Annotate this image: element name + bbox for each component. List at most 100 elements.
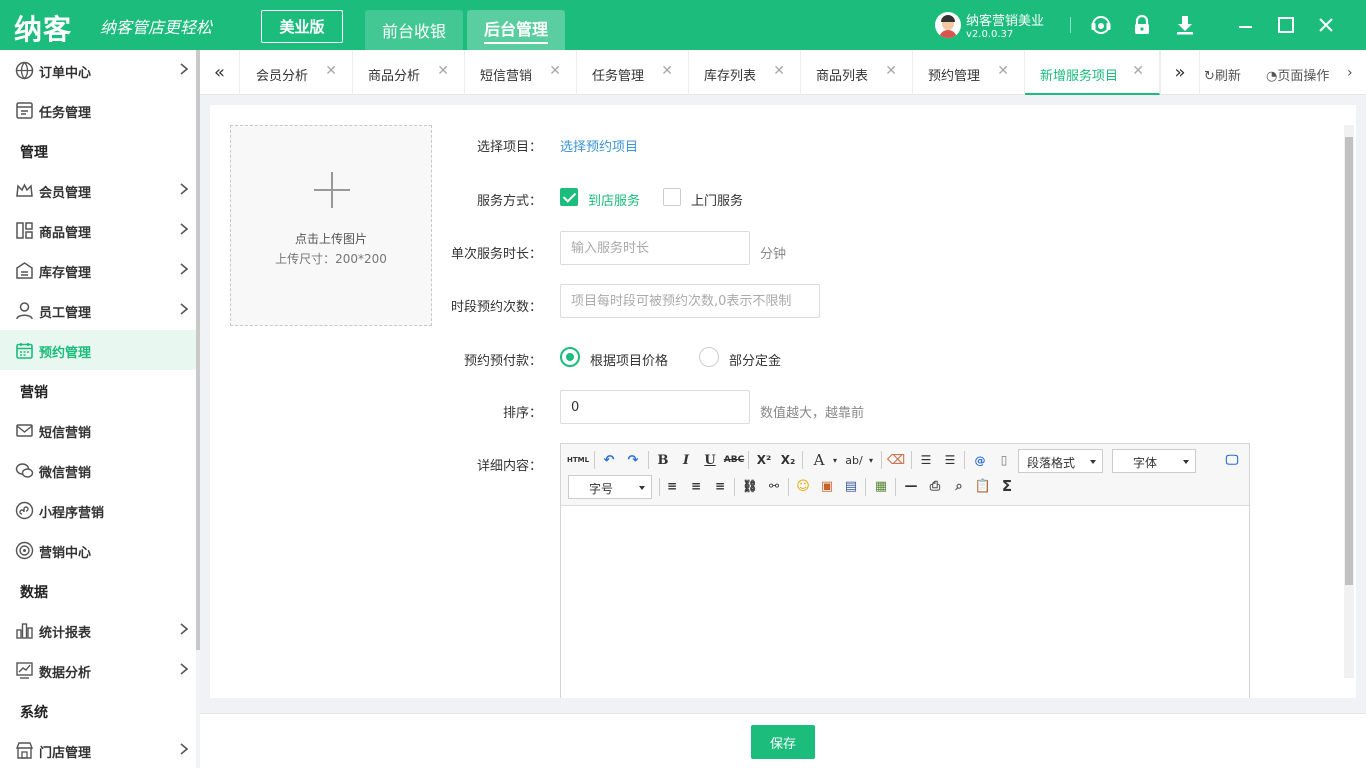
avatar[interactable] [935,12,961,38]
sidebar-item-stores[interactable]: 门店管理 [0,730,196,768]
prepay-by-price-label[interactable]: 根据项目价格 [590,350,668,369]
align-left-icon[interactable]: ≡ [662,476,682,496]
sidebar-item-staff[interactable]: 员工管理 [0,290,196,330]
on-site-label[interactable]: 上门服务 [691,190,743,209]
slot-times-input[interactable] [560,284,820,318]
tab-appointments[interactable]: 预约管理 ✕ [913,50,1025,94]
tabs-scroll-left-icon[interactable]: « [200,50,240,94]
page-operations-button[interactable]: ◔页面操作 [1266,65,1329,84]
sidebar-item-reports[interactable]: 统计报表 [0,610,196,650]
close-icon[interactable]: ✕ [437,63,449,79]
on-site-checkbox[interactable] [663,188,681,206]
sidebar-item-appointments[interactable]: 预约管理 [0,330,196,370]
sidebar-item-analysis[interactable]: 数据分析 [0,650,196,690]
print-icon[interactable]: ⎙ [925,476,945,496]
strikethrough-icon[interactable]: ABC [724,450,744,470]
eraser-icon[interactable]: ⌫ [886,450,906,470]
divider [1070,17,1071,33]
close-icon[interactable]: ✕ [997,63,1009,79]
unlink-icon[interactable]: ⚯ [764,476,784,496]
fullscreen-icon[interactable]: 🖵 [1222,450,1242,470]
prepay-deposit-radio[interactable] [699,347,719,367]
horizontal-rule-icon[interactable]: — [901,476,921,496]
preview-icon[interactable]: ⌕ [949,476,969,496]
close-icon[interactable]: ✕ [549,63,561,79]
redo-icon[interactable]: ↷ [623,450,643,470]
download-icon[interactable] [1174,14,1196,36]
prepay-deposit-label[interactable]: 部分定金 [729,350,781,369]
tab-goods-list[interactable]: 商品列表 ✕ [801,50,913,94]
tab-inventory-list[interactable]: 库存列表 ✕ [689,50,801,94]
formula-icon[interactable]: Σ [997,476,1017,496]
sidebar-item-members[interactable]: 会员管理 [0,170,196,210]
paragraph-format-select[interactable]: 段落格式 [1018,449,1103,473]
tab-strip: « 会员分析 ✕ 商品分析 ✕ 短信营销 ✕ 任务管理 ✕ 库存列表 ✕ 商品列表 ✕ 预约… [200,50,1366,95]
refresh-button[interactable]: ↻刷新 [1204,65,1241,84]
tabs-scroll-right-icon[interactable]: » [1160,50,1200,94]
superscript-icon[interactable]: X² [754,450,774,470]
link-icon[interactable]: ⛓ [740,476,760,496]
bold-icon[interactable]: B [653,450,673,470]
font-size-select[interactable]: 字号 [568,475,652,499]
chevron-right-icon[interactable]: › [1347,65,1353,81]
underline-icon[interactable]: U [700,450,720,470]
lock-icon[interactable] [1131,14,1153,36]
sidebar-item-goods[interactable]: 商品管理 [0,210,196,250]
in-store-label[interactable]: 到店服务 [588,190,640,209]
user-name[interactable]: 纳客营销美业 [966,10,1044,29]
edition-button[interactable]: 美业版 [261,10,343,43]
minimize-icon[interactable] [1234,14,1256,36]
font-family-select[interactable]: 字体 [1112,449,1196,473]
sort-input[interactable]: 0 [560,390,750,424]
sidebar-item-marketing-center[interactable]: 营销中心 [0,530,196,570]
tab-goods-analysis[interactable]: 商品分析 ✕ [353,50,465,94]
html-source-icon[interactable]: HTML [567,450,589,470]
video-icon[interactable]: ▤ [841,476,861,496]
maximize-icon[interactable] [1275,14,1297,36]
close-icon[interactable]: ✕ [773,63,785,79]
image-icon[interactable]: ▣ [817,476,837,496]
editor-content-area[interactable] [561,507,1249,698]
rich-text-editor[interactable]: HTML ↶ ↷ B I U ABC X² X₂ A ▾ ab/ ▾ ⌫ ☰ ☰… [560,443,1250,698]
emoji-icon[interactable]: ☺ [793,476,813,496]
in-store-checkbox[interactable] [560,188,578,206]
sidebar-item-miniprogram[interactable]: 小程序营销 [0,490,196,530]
page-icon[interactable]: ▯ [994,450,1014,470]
close-icon[interactable] [1315,14,1337,36]
close-icon[interactable]: ✕ [885,63,897,79]
duration-input[interactable] [560,231,750,265]
undo-icon[interactable]: ↶ [599,450,619,470]
support-icon[interactable] [1090,14,1112,36]
gallery-icon[interactable]: ▦ [871,476,891,496]
unordered-list-icon[interactable]: ☰ [940,450,960,470]
tab-member-analysis[interactable]: 会员分析 ✕ [241,50,353,94]
close-icon[interactable]: ✕ [1132,63,1144,79]
panel-scrollbar[interactable] [1344,125,1354,678]
tab-task-management[interactable]: 任务管理 ✕ [577,50,689,94]
front-cashier-tab[interactable]: 前台收银 [365,10,463,50]
tab-sms-marketing[interactable]: 短信营销 ✕ [465,50,577,94]
chevron-down-icon[interactable]: ▾ [861,450,881,470]
italic-icon[interactable]: I [676,450,696,470]
save-button[interactable]: 保存 [751,725,815,759]
sidebar-scrollbar[interactable] [196,50,200,650]
scrollbar-thumb[interactable] [1345,137,1353,585]
anchor-icon[interactable]: @ [970,450,990,470]
sidebar-item-sms[interactable]: 短信营销 [0,410,196,450]
sidebar-item-inventory[interactable]: 库存管理 [0,250,196,290]
sidebar-item-tasks[interactable]: 任务管理 [0,90,196,130]
close-icon[interactable]: ✕ [325,63,337,79]
back-admin-tab[interactable]: 后台管理 [467,10,565,50]
close-icon[interactable]: ✕ [661,63,673,79]
sidebar-item-wechat[interactable]: 微信营销 [0,450,196,490]
subscript-icon[interactable]: X₂ [778,450,798,470]
sidebar-item-orders[interactable]: 订单中心 [0,50,196,90]
align-center-icon[interactable]: ≡ [686,476,706,496]
select-project-link[interactable]: 选择预约项目 [560,136,638,155]
align-right-icon[interactable]: ≡ [710,476,730,496]
tab-add-service[interactable]: 新增服务项目 ✕ [1025,50,1160,95]
prepay-by-price-radio[interactable] [560,347,580,367]
ordered-list-icon[interactable]: ☰ [916,450,936,470]
paste-icon[interactable]: 📋 [973,476,993,496]
chevron-down-icon[interactable]: ▾ [825,450,845,470]
